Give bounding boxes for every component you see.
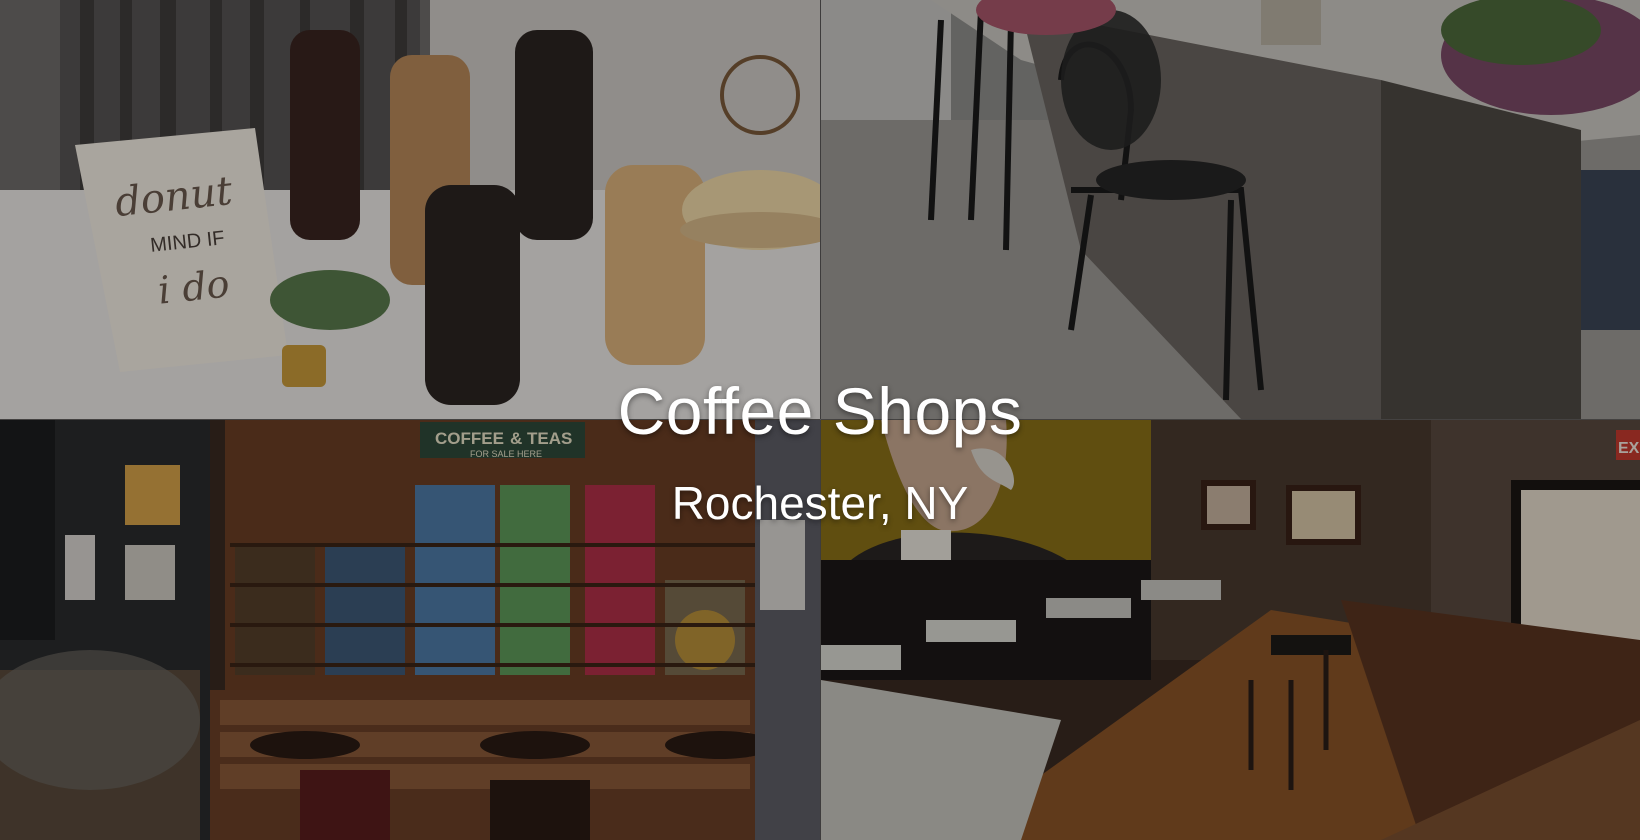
hero-collage: donut MIND IF i do COFFEE & TEAS FOR SAL… [0, 0, 1640, 840]
photo-patio-seating [821, 0, 1640, 419]
hero-subtitle: Rochester, NY [671, 477, 969, 529]
hero-title: Coffee Shops [617, 374, 1023, 448]
donut-sign-line3: i do [156, 261, 232, 312]
photo-donut-display: donut MIND IF i do [0, 0, 820, 419]
tea-banner-sub: FOR SALE HERE [470, 449, 542, 459]
